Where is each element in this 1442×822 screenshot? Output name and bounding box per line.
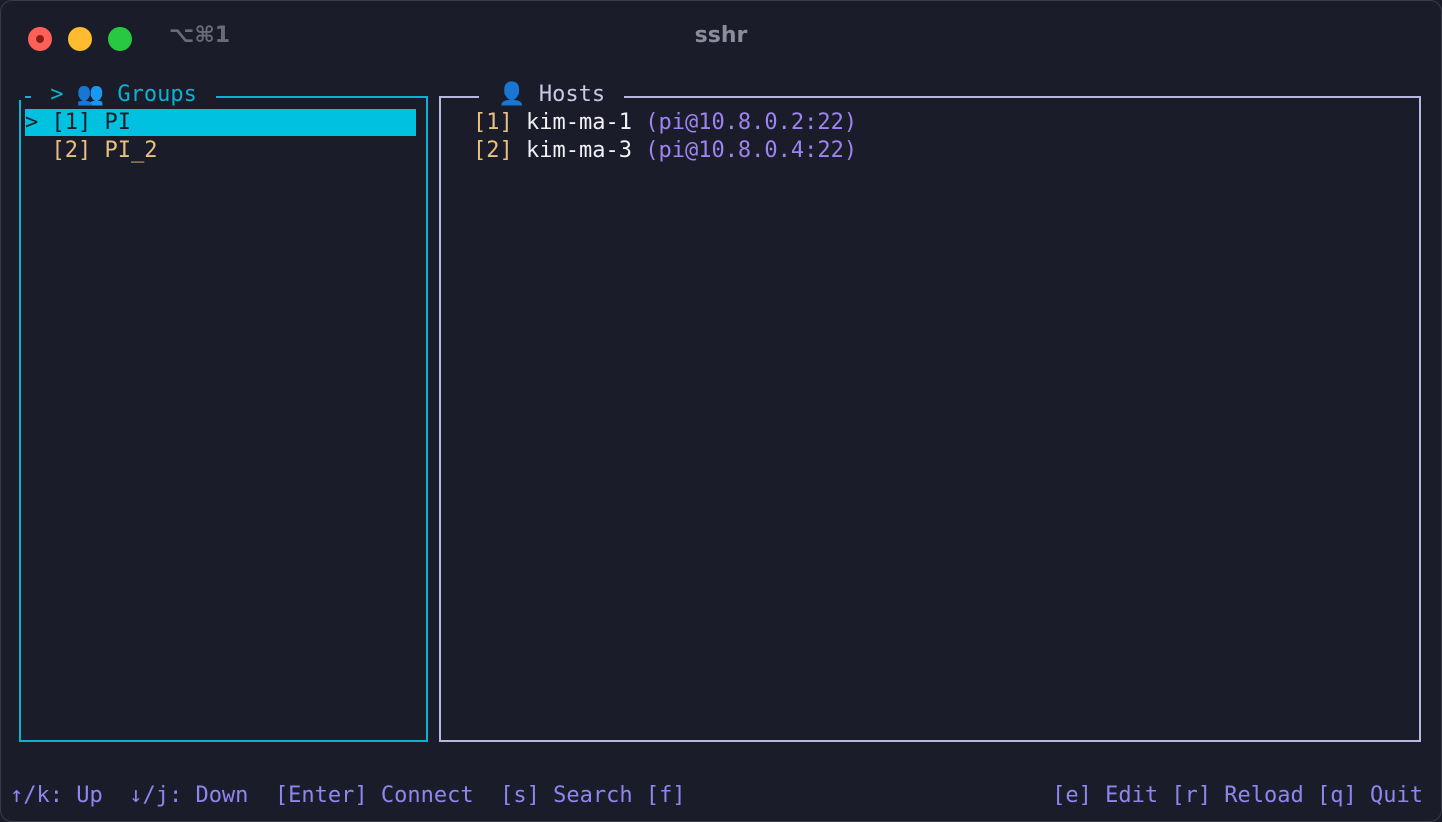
hosts-panel-title: 👤 Hosts xyxy=(479,81,625,109)
title-bar: ⌥⌘1 sshr xyxy=(1,1,1441,73)
selection-marker xyxy=(25,138,52,163)
group-name: PI xyxy=(104,110,132,135)
terminal-window: ⌥⌘1 sshr > 👥 Groups > [1] PI [2] PI_2 👤 … xyxy=(0,0,1442,822)
group-index: [1] xyxy=(51,110,92,135)
host-address: (pi@10.8.0.4:22) xyxy=(645,138,858,163)
group-item-pi[interactable]: > [1] PI xyxy=(25,109,416,136)
host-index: [1] xyxy=(473,110,513,135)
group-index: [2] xyxy=(51,138,92,163)
group-item-pi-2[interactable]: [2] PI_2 xyxy=(25,137,416,164)
keybinding-hints-left: ↑/k: Up ↓/j: Down [Enter] Connect [s] Se… xyxy=(10,781,686,811)
hint-edit: [e] Edit xyxy=(1052,783,1159,808)
hint-search: [s] Search [f] xyxy=(500,783,686,808)
hint-quit: [q] Quit xyxy=(1317,783,1423,808)
hint-connect: [Enter] Connect xyxy=(274,783,474,808)
host-address: (pi@10.8.0.2:22) xyxy=(645,110,858,135)
hosts-panel: 👤 Hosts [1] kim-ma-1 (pi@10.8.0.2:22) [2… xyxy=(439,81,1421,742)
groups-panel-title: > 👥 Groups xyxy=(31,81,217,109)
selection-marker: > xyxy=(25,110,52,135)
window-title: sshr xyxy=(694,23,748,48)
host-item-kim-ma-1[interactable]: [1] kim-ma-1 (pi@10.8.0.2:22) xyxy=(473,109,1373,136)
host-index: [2] xyxy=(473,138,513,163)
groups-panel-corner-gap xyxy=(19,94,25,100)
hint-up: ↑/k: Up xyxy=(10,783,103,808)
host-name: kim-ma-1 xyxy=(526,110,632,135)
hint-reload: [r] Reload xyxy=(1171,783,1304,808)
keybinding-hints-right: [e] Edit [r] Reload [q] Quit xyxy=(1052,781,1423,811)
group-name: PI_2 xyxy=(104,138,158,163)
groups-panel: > 👥 Groups > [1] PI [2] PI_2 xyxy=(19,81,428,742)
host-name: kim-ma-3 xyxy=(526,138,632,163)
hint-down: ↓/j: Down xyxy=(129,783,249,808)
host-item-kim-ma-3[interactable]: [2] kim-ma-3 (pi@10.8.0.4:22) xyxy=(473,137,1373,164)
